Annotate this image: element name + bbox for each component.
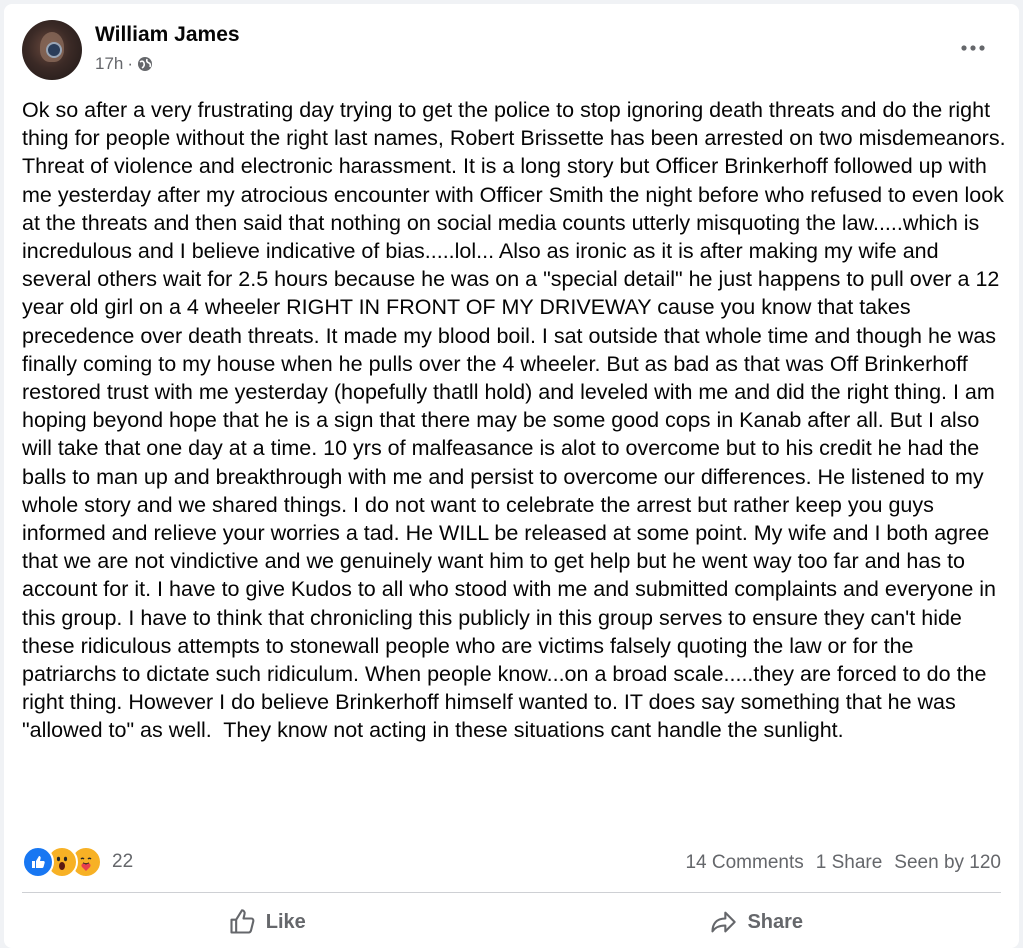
like-label: Like [265,910,306,933]
post-time[interactable]: 17h [95,54,123,74]
post-stats-bar: 22 14 Comments 1 Share Seen by 120 [22,844,1001,880]
thumbs-up-icon [230,909,255,934]
reactions-summary[interactable]: 22 [22,846,133,878]
like-button[interactable]: Like [22,900,512,944]
post-body-text: Ok so after a very frustrating day tryin… [22,98,1012,743]
more-horizontal-icon [961,45,985,51]
post-header: William James 17h · [22,20,1001,84]
share-button[interactable]: Share [512,900,1002,944]
action-divider [22,892,1001,893]
post-meta: 17h · [95,54,153,74]
shares-count[interactable]: 1 Share [816,852,883,874]
meta-separator: · [127,54,134,73]
reaction-count: 22 [112,851,134,872]
share-label: Share [747,910,804,933]
more-options-button[interactable] [955,36,991,60]
seen-by-count[interactable]: Seen by 120 [894,852,1001,874]
engagement-stats: 14 Comments 1 Share Seen by 120 [685,852,1001,874]
like-reaction-icon [22,846,54,878]
post-card: William James 17h · Ok so after a very f… [4,4,1019,948]
avatar[interactable] [22,20,82,80]
share-arrow-icon [711,911,737,933]
author-name[interactable]: William James [95,23,240,47]
post-actions: Like Share [22,900,1001,944]
globe-icon[interactable] [137,56,153,72]
avatar-watch [46,42,62,58]
comments-count[interactable]: 14 Comments [685,852,803,874]
